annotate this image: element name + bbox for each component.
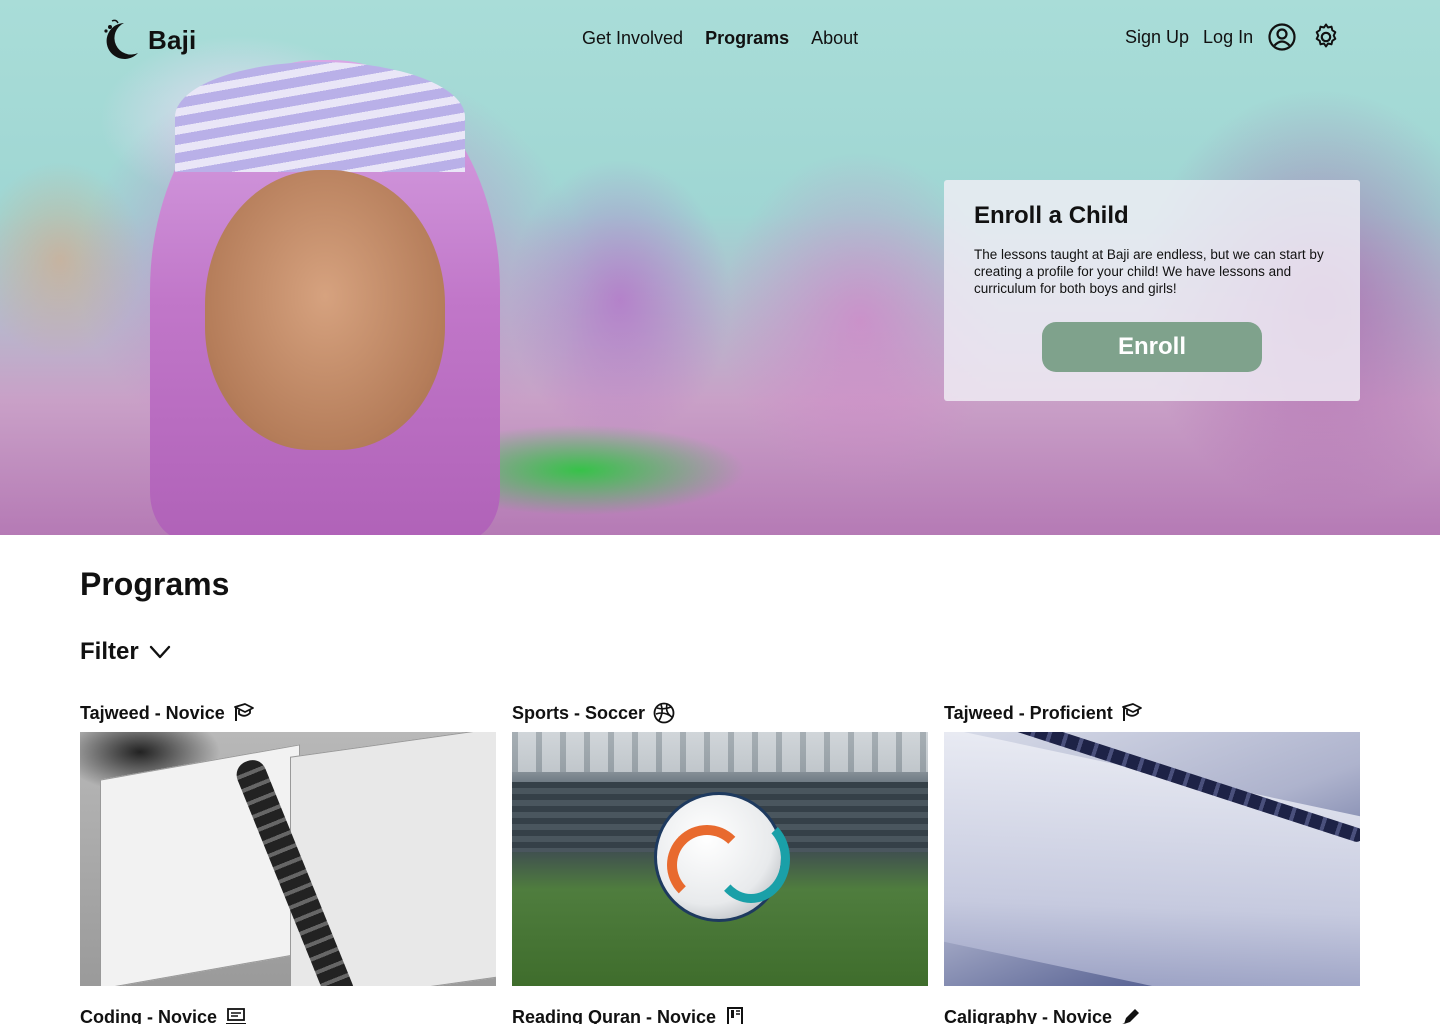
program-card-header: Coding - Novice — [80, 1004, 496, 1024]
program-card-header: Tajweed - Novice — [80, 700, 496, 726]
logo-text: Baji — [148, 24, 197, 55]
program-card-header: Caligraphy - Novice — [944, 1004, 1360, 1024]
program-card-header: Reading Quran - Novice — [512, 1004, 928, 1024]
program-card-tajweed-novice[interactable]: Tajweed - Novice — [80, 700, 496, 986]
program-card-image-soccer — [512, 732, 928, 986]
program-card-title: Reading Quran - Novice — [512, 1006, 717, 1024]
moon-logo-icon — [104, 19, 138, 59]
hero-girl-face — [205, 170, 445, 450]
program-card-image-quran-blue — [944, 732, 1360, 986]
program-card-title: Tajweed - Novice — [80, 702, 225, 723]
program-card-coding-novice[interactable]: Coding - Novice — [80, 1004, 496, 1024]
chevron-down-icon — [149, 645, 170, 659]
program-card-title: Tajweed - Proficient — [944, 702, 1113, 723]
nav-link-programs[interactable]: Programs — [705, 28, 789, 49]
program-card-title: Sports - Soccer — [512, 702, 646, 723]
nav-link-get-involved[interactable]: Get Involved — [582, 28, 683, 49]
program-card-image-quran — [80, 732, 496, 986]
nav-link-about[interactable]: About — [811, 28, 858, 49]
program-card-title: Caligraphy - Novice — [944, 1006, 1113, 1024]
enroll-button[interactable]: Enroll — [1042, 322, 1262, 372]
gear-icon[interactable] — [1311, 22, 1341, 52]
program-card-reading-quran-novice[interactable]: Reading Quran - Novice — [512, 1004, 928, 1024]
program-card-header: Tajweed - Proficient — [944, 700, 1360, 726]
logo[interactable]: Baji — [98, 16, 196, 64]
filter-label: Filter — [80, 638, 139, 665]
nav-links: Get Involved Programs About — [582, 28, 858, 49]
soccer-ball — [654, 792, 790, 922]
book-icon — [727, 1007, 744, 1024]
enroll-title: Enroll a Child — [974, 202, 1129, 229]
enroll-card: Enroll a Child The lessons taught at Baj… — [944, 180, 1360, 401]
laptop-icon — [226, 1008, 247, 1024]
pen-icon — [1122, 1009, 1140, 1024]
stadium-roof — [512, 732, 928, 772]
program-card-title: Coding - Novice — [80, 1006, 218, 1024]
program-card-tajweed-proficient[interactable]: Tajweed - Proficient — [944, 700, 1360, 986]
enroll-description: The lessons taught at Baji are endless, … — [974, 247, 1324, 296]
filter-dropdown[interactable]: Filter — [80, 638, 171, 666]
sign-up-link[interactable]: Sign Up — [1125, 27, 1189, 48]
nav-right: Sign Up Log In — [1125, 22, 1341, 52]
user-circle-icon[interactable] — [1267, 22, 1297, 52]
top-nav: Baji Get Involved Programs About Sign Up… — [0, 0, 1440, 80]
graduation-cap-icon — [1121, 703, 1142, 721]
graduation-cap-icon — [233, 703, 254, 721]
program-card-caligraphy-novice[interactable]: Caligraphy - Novice — [944, 1004, 1360, 1024]
soccer-ball-icon — [653, 702, 675, 724]
program-card-sports-soccer[interactable]: Sports - Soccer — [512, 700, 928, 986]
program-card-header: Sports - Soccer — [512, 700, 928, 726]
programs-heading: Programs — [80, 566, 230, 602]
log-in-link[interactable]: Log In — [1203, 27, 1253, 48]
